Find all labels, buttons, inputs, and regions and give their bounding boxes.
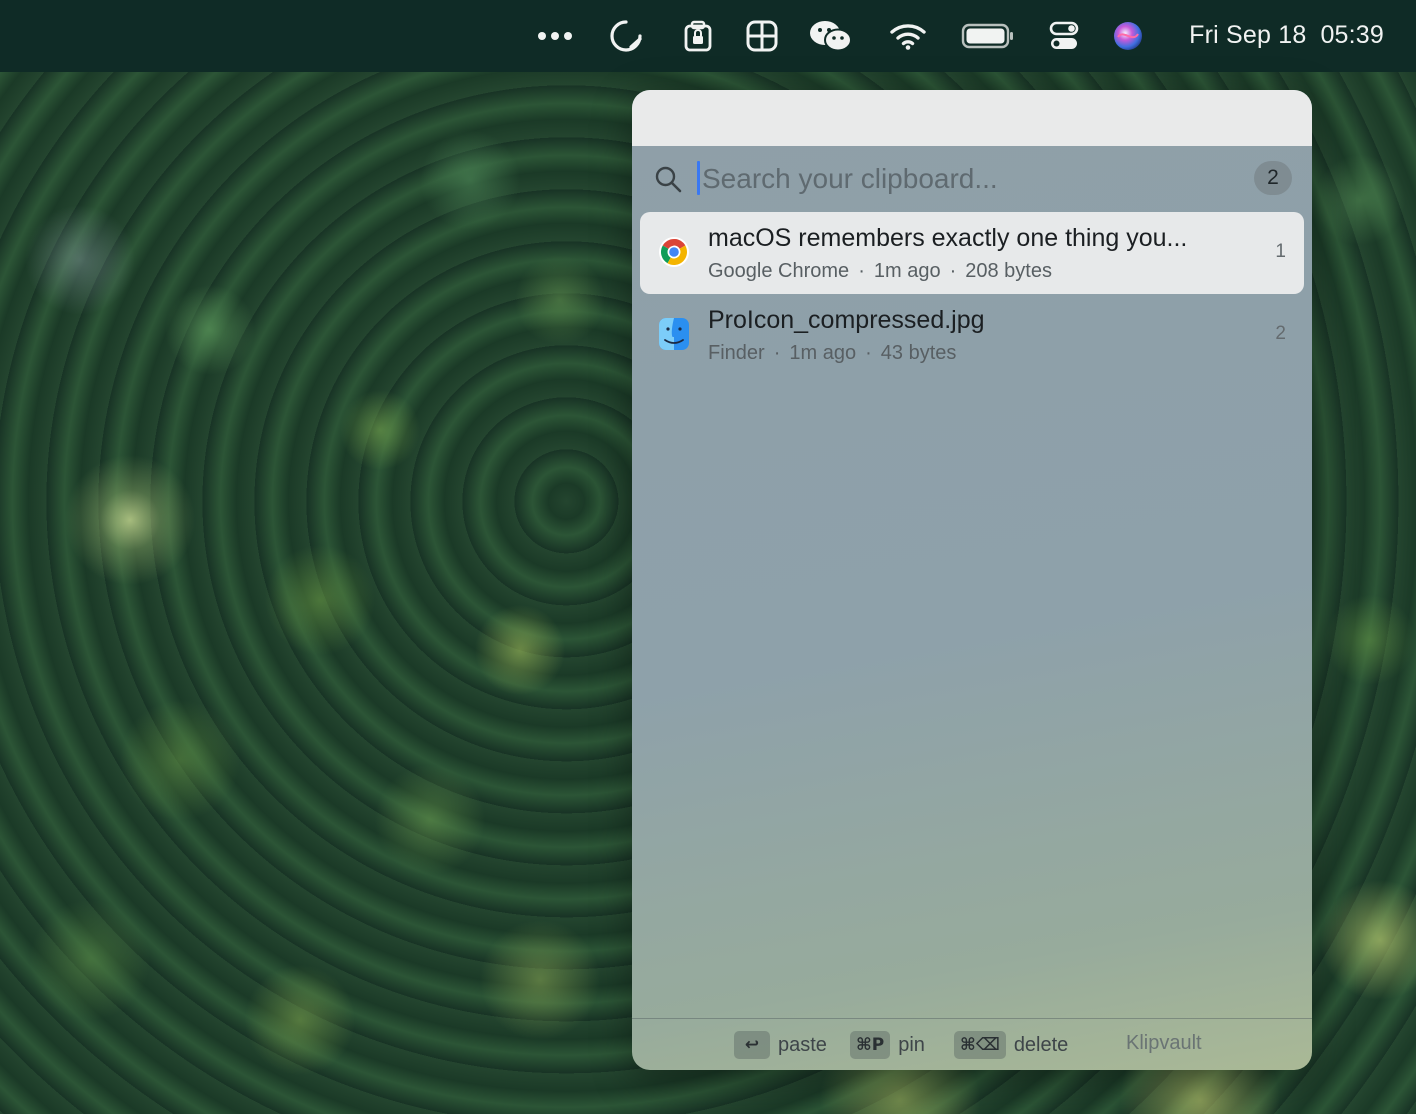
- search-bar: 2: [632, 146, 1312, 210]
- item-age: 1m ago: [873, 260, 941, 282]
- item-title: macOS remembers exactly one thing you...: [708, 224, 1188, 252]
- control-center-icon[interactable]: [1046, 16, 1082, 56]
- delete-hint[interactable]: ⌘⌫ delete: [954, 1030, 1068, 1060]
- grid-icon[interactable]: [744, 16, 780, 56]
- item-source-app: Finder: [708, 342, 765, 364]
- item-meta: Finder · 1m ago · 43 bytes: [708, 342, 957, 364]
- siri-icon[interactable]: [1110, 16, 1146, 56]
- shortcut-footer: ↩ paste ⌘P pin ⌘⌫ delete Klipvault: [632, 1018, 1312, 1070]
- pin-hint[interactable]: ⌘P pin: [850, 1030, 925, 1060]
- cmd-delete-key: ⌘⌫: [954, 1031, 1006, 1059]
- menu-bar-time: 05:39: [1320, 20, 1384, 49]
- menu-bar-clock[interactable]: Fri Sep 18 05:39: [1189, 18, 1384, 52]
- menu-bar-date: Fri Sep 18: [1189, 20, 1307, 49]
- return-key-icon: ↩: [734, 1031, 770, 1059]
- wifi-icon[interactable]: [888, 16, 928, 56]
- clipboard-panel: 2 macOS remembers exactly one thing you.…: [632, 90, 1312, 1070]
- search-input[interactable]: [700, 156, 1244, 202]
- cmd-p-key: ⌘P: [850, 1031, 891, 1059]
- pin-label: pin: [898, 1033, 925, 1056]
- app-brand: Klipvault: [1126, 1032, 1202, 1054]
- item-size: 43 bytes: [880, 342, 957, 364]
- finder-icon: [659, 318, 689, 350]
- menu-bar: Fri Sep 18 05:39: [0, 0, 1416, 72]
- clipboard-lock-icon[interactable]: [680, 16, 716, 56]
- sync-icon[interactable]: [606, 16, 646, 56]
- paste-label: paste: [778, 1033, 827, 1056]
- wechat-icon[interactable]: [808, 16, 854, 56]
- more-icon[interactable]: [534, 16, 576, 56]
- item-index: 2: [1275, 323, 1286, 344]
- paste-hint[interactable]: ↩ paste: [734, 1030, 827, 1060]
- result-count-badge: 2: [1254, 161, 1292, 195]
- clipboard-item[interactable]: macOS remembers exactly one thing you...…: [640, 212, 1304, 294]
- item-title: ProIcon_compressed.jpg: [708, 306, 985, 334]
- item-size: 208 bytes: [965, 260, 1052, 282]
- item-index: 1: [1275, 241, 1286, 262]
- search-icon: [655, 166, 682, 193]
- delete-label: delete: [1013, 1033, 1069, 1056]
- item-meta: Google Chrome · 1m ago · 208 bytes: [708, 260, 1052, 282]
- battery-icon[interactable]: [960, 16, 1016, 56]
- item-source-app: Google Chrome: [708, 260, 850, 282]
- chrome-icon: [659, 237, 689, 267]
- item-age: 1m ago: [789, 342, 857, 364]
- clipboard-item[interactable]: ProIcon_compressed.jpg Finder · 1m ago · 43 …: [640, 294, 1304, 376]
- panel-titlebar[interactable]: [632, 90, 1312, 146]
- clipboard-list: macOS remembers exactly one thing you...…: [640, 212, 1304, 376]
